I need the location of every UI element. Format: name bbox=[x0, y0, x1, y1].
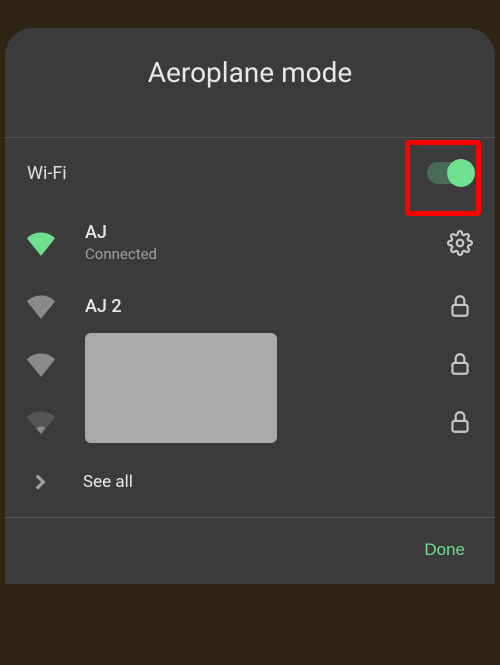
lock-icon bbox=[447, 293, 473, 319]
panel-footer: Done bbox=[5, 518, 495, 584]
gear-icon[interactable] bbox=[447, 230, 473, 256]
panel-title: Aeroplane mode bbox=[5, 56, 495, 89]
network-text: AJ Connected bbox=[85, 222, 447, 263]
wifi-signal-icon bbox=[27, 292, 55, 320]
wifi-signal-icon bbox=[27, 229, 55, 257]
network-text: AJ 2 bbox=[85, 296, 447, 317]
toggle-thumb bbox=[447, 159, 475, 187]
wifi-section-row: Wi-Fi bbox=[5, 138, 495, 208]
wifi-signal-low-icon bbox=[27, 408, 55, 436]
lock-icon bbox=[447, 351, 473, 377]
network-status: Connected bbox=[85, 245, 447, 263]
network-name: AJ 2 bbox=[85, 296, 447, 317]
done-button[interactable]: Done bbox=[424, 540, 465, 560]
wifi-signal-icon bbox=[27, 350, 55, 378]
redacted-overlay bbox=[85, 333, 277, 443]
wifi-toggle[interactable] bbox=[427, 162, 473, 184]
lock-icon bbox=[447, 409, 473, 435]
chevron-right-icon bbox=[27, 469, 53, 495]
panel-header: Aeroplane mode bbox=[5, 28, 495, 137]
settings-panel: Aeroplane mode Wi-Fi AJ Connected bbox=[5, 28, 495, 584]
see-all-row[interactable]: See all bbox=[27, 451, 473, 517]
network-name: AJ bbox=[85, 222, 447, 243]
network-item-aj2[interactable]: AJ 2 bbox=[27, 277, 473, 335]
wifi-label: Wi-Fi bbox=[27, 163, 67, 184]
network-item-aj[interactable]: AJ Connected bbox=[27, 208, 473, 277]
see-all-label: See all bbox=[83, 472, 133, 492]
network-list: AJ Connected AJ 2 bbox=[5, 208, 495, 517]
